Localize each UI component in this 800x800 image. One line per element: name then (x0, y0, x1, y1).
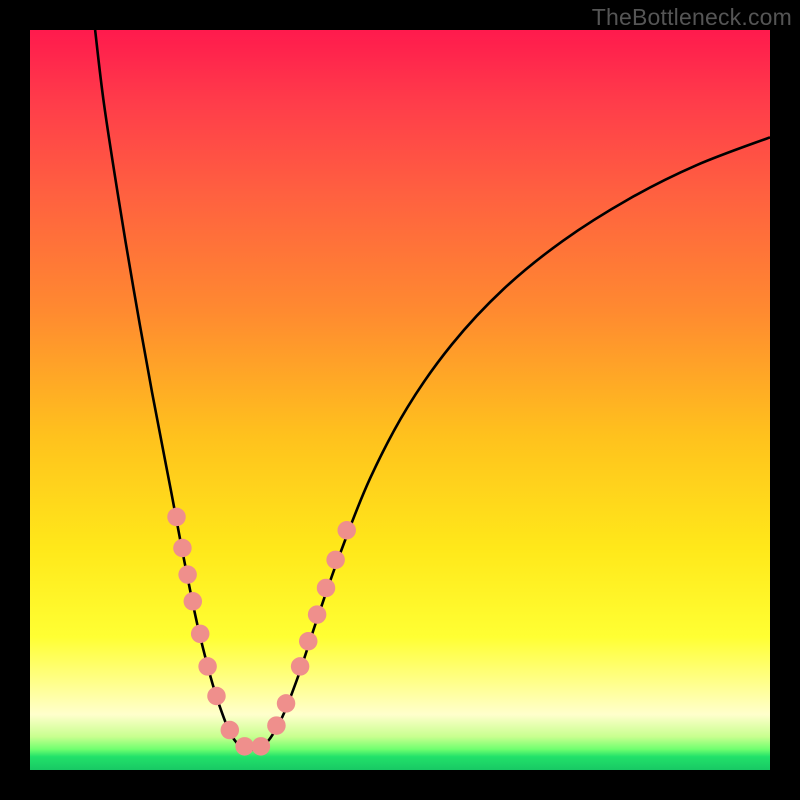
curve-marker (267, 716, 286, 735)
curve-marker (317, 579, 336, 598)
curve-marker (308, 605, 327, 624)
curve-marker (235, 737, 254, 756)
curve-marker (337, 521, 356, 540)
chart-frame: TheBottleneck.com (0, 0, 800, 800)
curve-marker (326, 551, 345, 570)
curve-marker (299, 632, 318, 651)
curve-marker (207, 687, 226, 706)
curve-marker (173, 539, 192, 558)
plot-area (30, 30, 770, 770)
curve-marker (167, 508, 186, 527)
chart-svg (30, 30, 770, 770)
curve-marker (221, 721, 240, 740)
curve-marker (178, 565, 197, 584)
curve-marker (291, 657, 310, 676)
curve-marker (277, 694, 296, 713)
curve-marker (191, 625, 210, 644)
curve-marker (252, 737, 271, 756)
curve-markers (167, 508, 356, 756)
curve-marker (198, 657, 217, 676)
curve-marker (184, 592, 203, 611)
watermark-label: TheBottleneck.com (592, 4, 792, 31)
